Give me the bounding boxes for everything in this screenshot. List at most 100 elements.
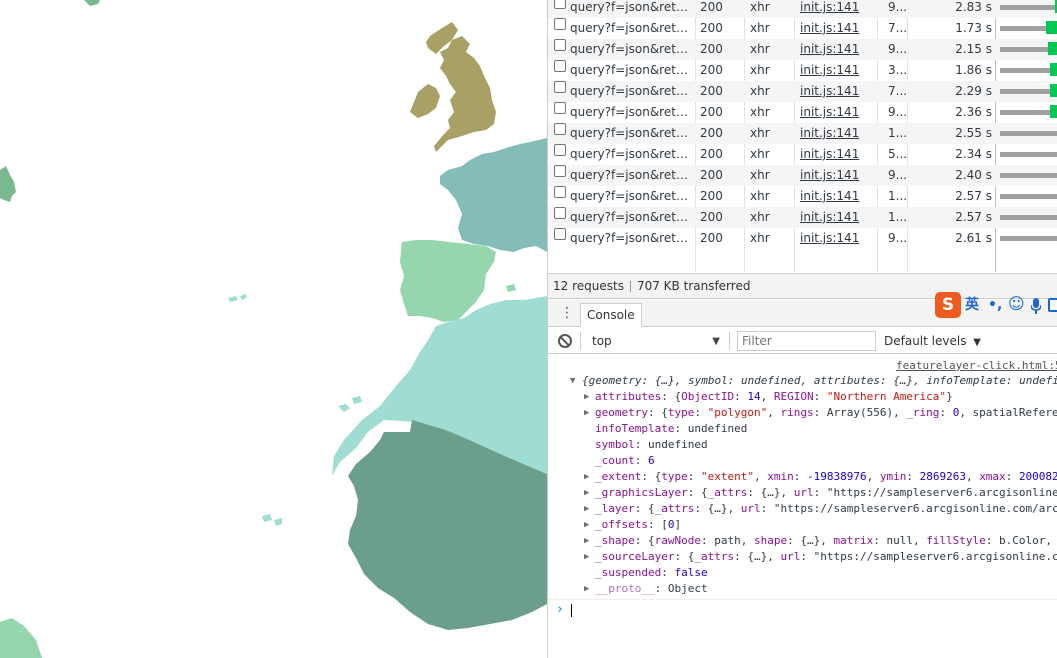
row-checkbox[interactable] [554,165,566,177]
console-prompt[interactable]: › [548,599,1057,619]
console-output[interactable]: featurelayer-click.html:5 ▼ {geometry: {… [548,355,1057,658]
row-checkbox[interactable] [554,0,566,9]
request-name[interactable]: query?f=json&return... [570,39,692,60]
waterfall-bar [1000,5,1057,10]
clear-console-icon[interactable] [558,334,572,348]
map-region-azores[interactable] [228,294,246,302]
request-initiator-link[interactable]: init.js:141 [800,186,876,207]
expand-triangle-icon[interactable]: ▶ [584,501,589,517]
sogou-logo-icon[interactable]: S [935,292,961,318]
network-row[interactable]: query?f=json&return...200xhrinit.js:1411… [548,186,1057,207]
network-row[interactable]: query?f=json&return...200xhrinit.js:1417… [548,81,1057,102]
expand-triangle-icon[interactable]: ▶ [584,469,589,485]
network-row[interactable]: query?f=json&return...200xhrinit.js:1419… [548,0,1057,18]
more-vertical-icon[interactable]: ⋮ [560,306,574,322]
expand-triangle-icon[interactable]: ▶ [584,405,589,421]
network-row[interactable]: query?f=json&return...200xhrinit.js:1411… [548,123,1057,144]
request-name[interactable]: query?f=json&return... [570,18,692,39]
map-region-ireland[interactable] [410,84,440,118]
request-name[interactable]: query?f=json&return... [570,186,692,207]
map-region-france[interactable] [440,138,547,252]
map-view[interactable] [0,0,547,658]
request-initiator-link[interactable]: init.js:141 [800,165,876,186]
row-checkbox[interactable] [554,39,566,51]
row-checkbox[interactable] [554,18,566,30]
log-levels-dropdown[interactable]: Default levels ▼ [884,332,981,352]
network-row[interactable]: query?f=json&return...200xhrinit.js:1419… [548,228,1057,249]
map-region-balearic[interactable] [506,284,516,292]
network-row[interactable]: query?f=json&return...200xhrinit.js:1415… [548,144,1057,165]
request-initiator-link[interactable]: init.js:141 [800,207,876,228]
request-name[interactable]: query?f=json&return... [570,228,692,249]
request-name[interactable]: query?f=json&return... [570,0,692,18]
mic-icon[interactable] [1031,298,1041,314]
ime-punctuation-toggle[interactable]: •, [988,296,1002,314]
tab-console[interactable]: Console [580,303,642,327]
ime-toolbar[interactable]: S 英 •, ☺ [932,292,1057,320]
expand-triangle-icon[interactable]: ▶ [584,485,589,501]
expand-triangle-icon[interactable]: ▶ [584,517,589,533]
row-checkbox[interactable] [554,102,566,114]
request-status: 200 [700,0,723,14]
text-caret [571,604,572,617]
property-entry: geometry: {type: "polygon", rings: Array… [595,405,1057,421]
source-link[interactable]: featurelayer-click.html:5 [896,359,1057,372]
request-initiator-link[interactable]: init.js:141 [800,123,876,144]
request-initiator-link[interactable]: init.js:141 [800,0,876,18]
row-checkbox[interactable] [554,81,566,93]
expand-triangle-icon[interactable]: ▶ [584,549,589,565]
map-region-greenland[interactable] [84,0,100,6]
keyboard-icon[interactable] [1048,298,1057,312]
map-region-south-america[interactable] [0,618,42,658]
request-initiator-link[interactable]: init.js:141 [800,144,876,165]
map-region-canada[interactable] [0,166,16,202]
network-row[interactable]: query?f=json&return...200xhrinit.js:1413… [548,60,1057,81]
request-name[interactable]: query?f=json&return... [570,123,692,144]
expand-triangle-icon[interactable]: ▶ [584,389,589,405]
request-status: 200 [700,105,723,119]
expand-triangle-icon[interactable]: ▶ [584,581,589,597]
request-initiator-link[interactable]: init.js:141 [800,81,876,102]
request-name[interactable]: query?f=json&return... [570,144,692,165]
network-row[interactable]: query?f=json&return...200xhrinit.js:1419… [548,165,1057,186]
context-selector[interactable]: top ▼ [586,332,724,351]
waterfall-bar [1000,89,1057,94]
request-initiator-link[interactable]: init.js:141 [800,60,876,81]
request-name[interactable]: query?f=json&return... [570,102,692,123]
map-region-great-britain[interactable] [434,36,496,152]
map-region-cape-verde[interactable] [262,514,282,526]
request-name[interactable]: query?f=json&return... [570,81,692,102]
request-name[interactable]: query?f=json&return... [570,60,692,81]
row-checkbox[interactable] [554,144,566,156]
expand-triangle-icon[interactable]: ▶ [584,533,589,549]
map-canvas[interactable] [0,0,547,658]
property-key: symbol [595,438,635,451]
request-initiator-link[interactable]: init.js:141 [800,18,876,39]
property-value: Object [667,582,708,595]
row-checkbox[interactable] [554,60,566,72]
row-checkbox[interactable] [554,207,566,219]
map-region-canary-islands[interactable] [338,396,362,412]
request-name[interactable]: query?f=json&return... [570,165,692,186]
network-row[interactable]: query?f=json&return...200xhrinit.js:1419… [548,102,1057,123]
property-separator: : [647,406,662,419]
property-value: {_attrs: {…}, url: "https://sampleserver… [648,502,1057,515]
network-row[interactable]: query?f=json&return...200xhrinit.js:1419… [548,39,1057,60]
expand-triangle-icon[interactable]: ▼ [570,373,575,389]
emoji-icon[interactable]: ☺ [1008,295,1025,313]
request-initiator-link[interactable]: init.js:141 [800,228,876,249]
request-initiator-link[interactable]: init.js:141 [800,39,876,60]
property-separator: : [634,454,648,467]
request-name[interactable]: query?f=json&return... [570,207,692,228]
request-initiator-link[interactable]: init.js:141 [800,102,876,123]
row-checkbox[interactable] [554,228,566,240]
property-entry: _suspended: false [595,565,708,581]
ime-language-toggle[interactable]: 英 [965,296,979,314]
filter-input[interactable] [737,331,876,351]
network-row[interactable]: query?f=json&return...200xhrinit.js:1417… [548,18,1057,39]
network-row[interactable]: query?f=json&return...200xhrinit.js:1411… [548,207,1057,228]
property-key: geometry [595,406,648,419]
row-checkbox[interactable] [554,123,566,135]
row-checkbox[interactable] [554,186,566,198]
request-type: xhr [750,189,770,203]
